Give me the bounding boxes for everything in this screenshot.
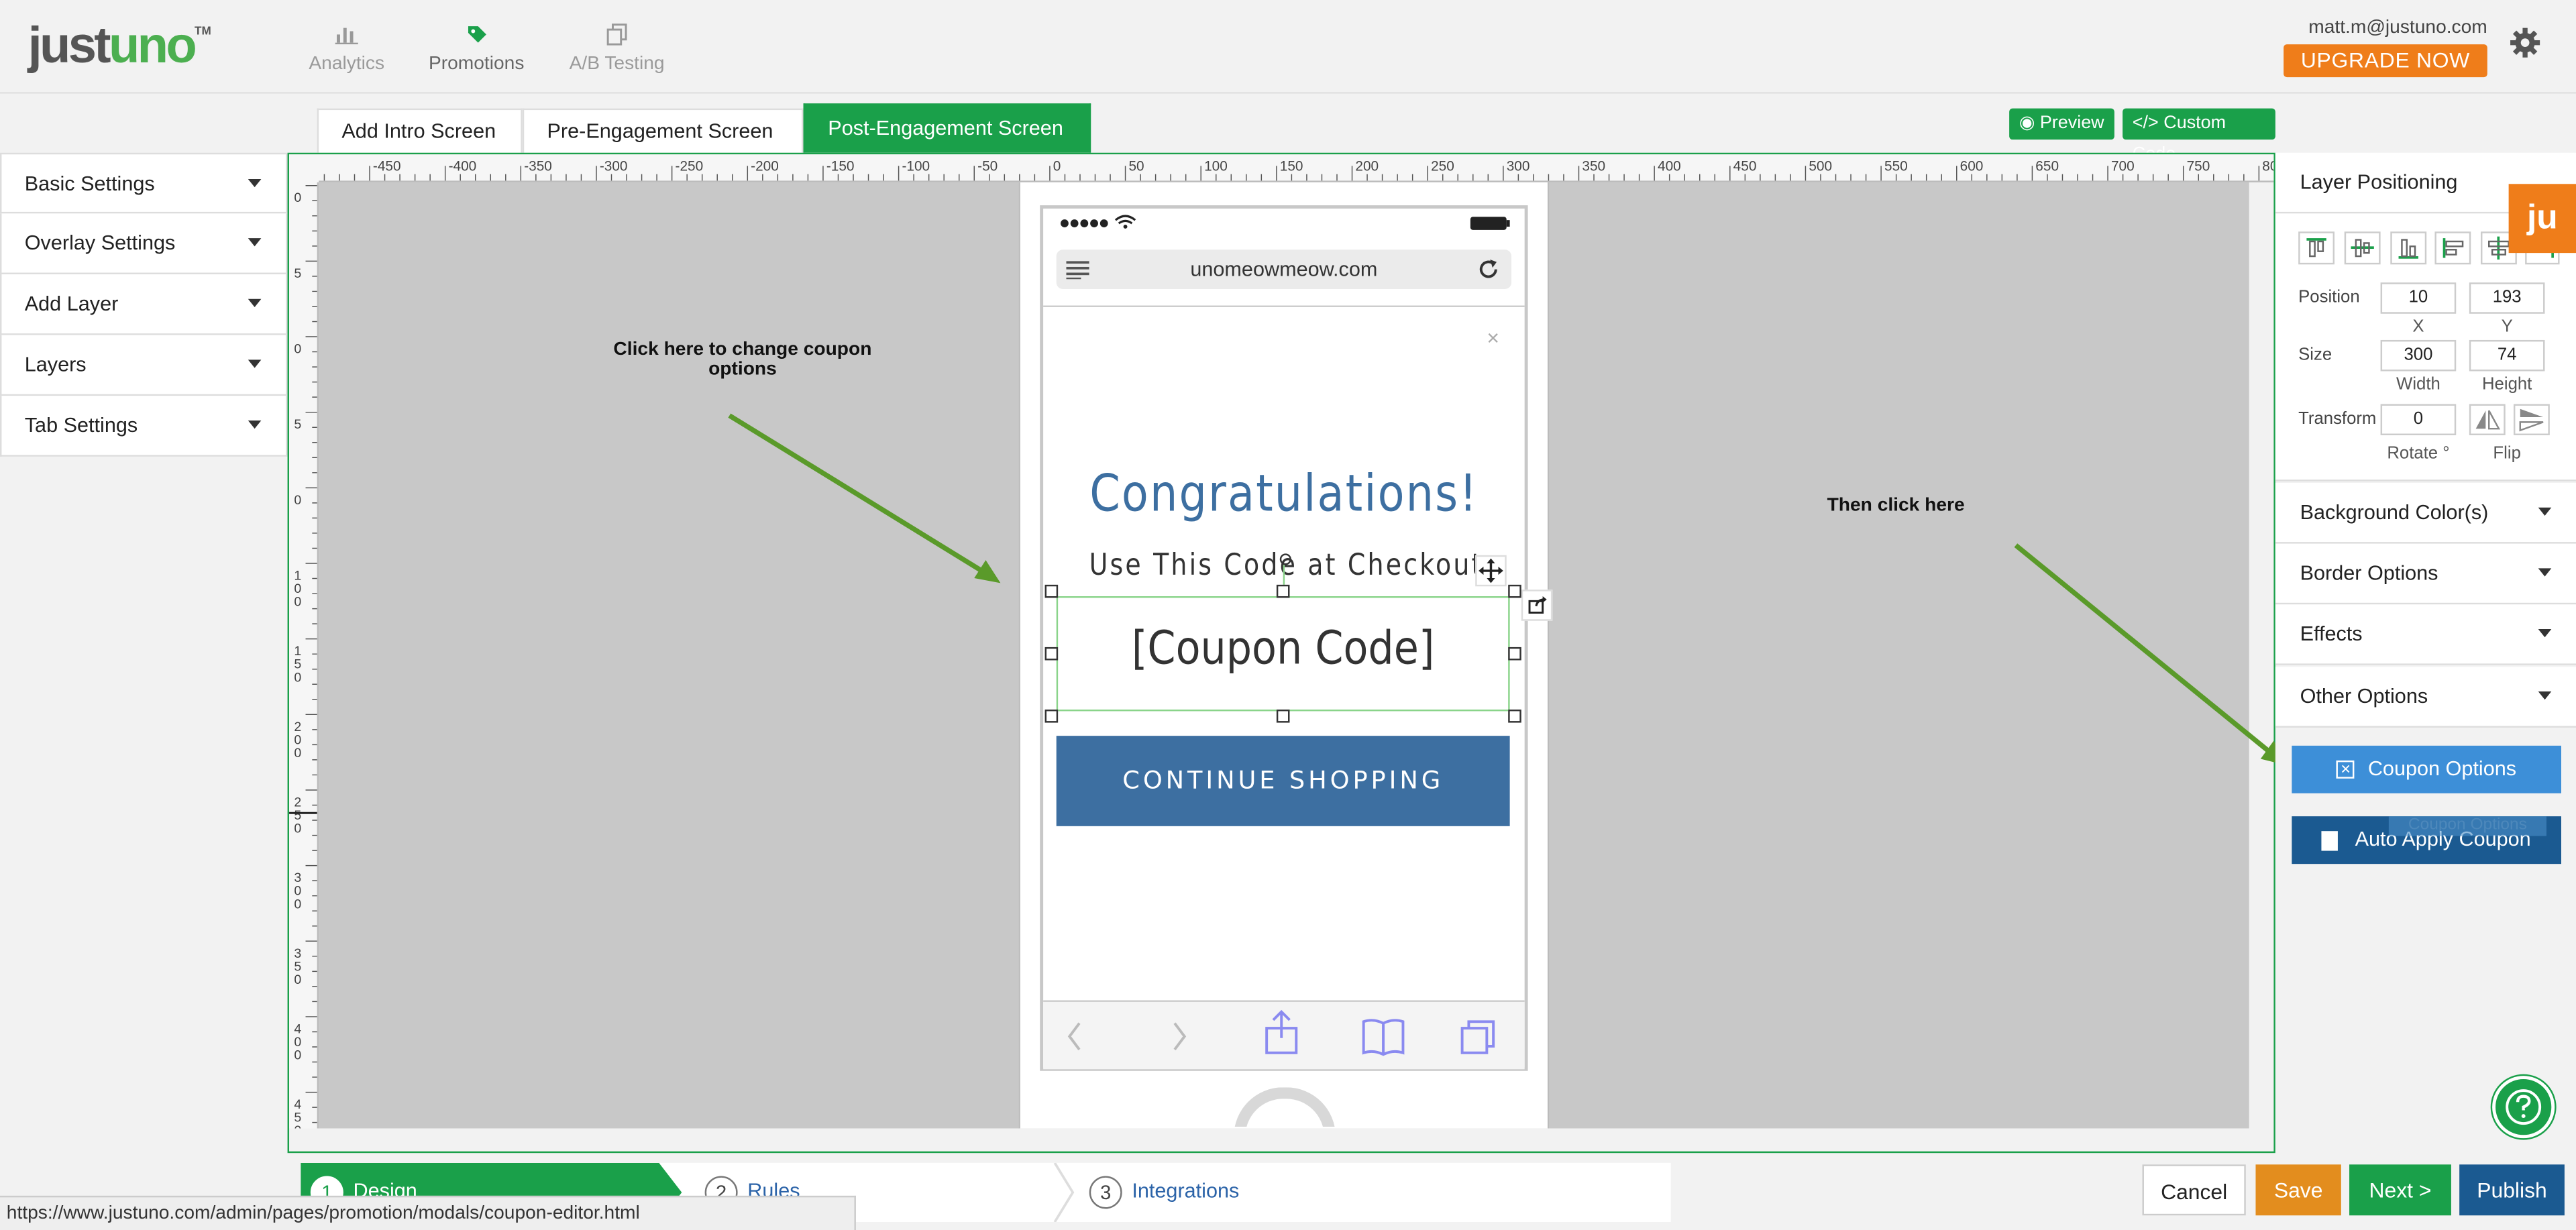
accordion-effects[interactable]: Effects	[2275, 604, 2576, 665]
width-input[interactable]: 300	[2380, 339, 2457, 372]
caret-down-icon	[2538, 691, 2552, 700]
rotate-input[interactable]: 0	[2380, 404, 2457, 435]
step-divider	[1053, 1162, 1075, 1223]
position-x-input[interactable]: 10	[2380, 282, 2457, 314]
ju-badge[interactable]: ju	[2508, 184, 2576, 254]
size-label: Size	[2298, 345, 2332, 365]
annotation-arrows	[728, 413, 2288, 766]
width-caption: Width	[2396, 374, 2440, 394]
transform-label: Transform	[2298, 408, 2377, 429]
document-icon	[2322, 830, 2339, 850]
flip-horizontal-icon[interactable]	[2469, 404, 2506, 435]
cancel-button[interactable]: Cancel	[2142, 1164, 2246, 1216]
save-button[interactable]: Save	[2255, 1164, 2341, 1216]
position-label: Position	[2298, 287, 2360, 307]
accordion-background-colors[interactable]: Background Color(s)	[2275, 483, 2576, 544]
arrow-to-coupon-layer	[728, 413, 1001, 583]
flip-vertical-icon[interactable]	[2513, 404, 2550, 435]
help-icon[interactable]	[2492, 1076, 2555, 1139]
rotate-caption: Rotate °	[2387, 443, 2450, 463]
caret-down-icon	[2538, 568, 2552, 577]
publish-button[interactable]: Publish	[2459, 1164, 2565, 1216]
height-caption: Height	[2481, 374, 2532, 394]
accordion-other-options[interactable]: Other Options	[2275, 667, 2576, 728]
next-button[interactable]: Next >	[2349, 1164, 2451, 1216]
coupon-options-drag-ghost: Coupon Options	[2388, 816, 2546, 836]
accordion-border-options[interactable]: Border Options	[2275, 543, 2576, 605]
caret-down-icon	[2538, 628, 2552, 638]
caret-down-icon	[2538, 507, 2552, 516]
browser-status-url: https://www.justuno.com/admin/pages/prom…	[0, 1195, 856, 1230]
align-middle-icon[interactable]	[2344, 231, 2381, 265]
arrow-to-coupon-options	[2014, 543, 2288, 766]
coupon-icon: ✕	[2337, 761, 2355, 779]
coupon-options-button[interactable]: ✕ Coupon Options	[2292, 745, 2561, 793]
x-caption: X	[2412, 317, 2424, 337]
step-integrations[interactable]: 3 Integrations	[1086, 1163, 1645, 1222]
align-left-icon[interactable]	[2434, 231, 2471, 265]
y-caption: Y	[2501, 317, 2513, 337]
position-y-input[interactable]: 193	[2469, 282, 2545, 314]
height-input[interactable]: 74	[2469, 339, 2545, 372]
flip-caption: Flip	[2493, 443, 2521, 463]
align-bottom-icon[interactable]	[2390, 231, 2427, 265]
app-root: justunoTM Analytics Promotions A/B Testi…	[0, 0, 2576, 1230]
align-top-icon[interactable]	[2298, 231, 2335, 265]
